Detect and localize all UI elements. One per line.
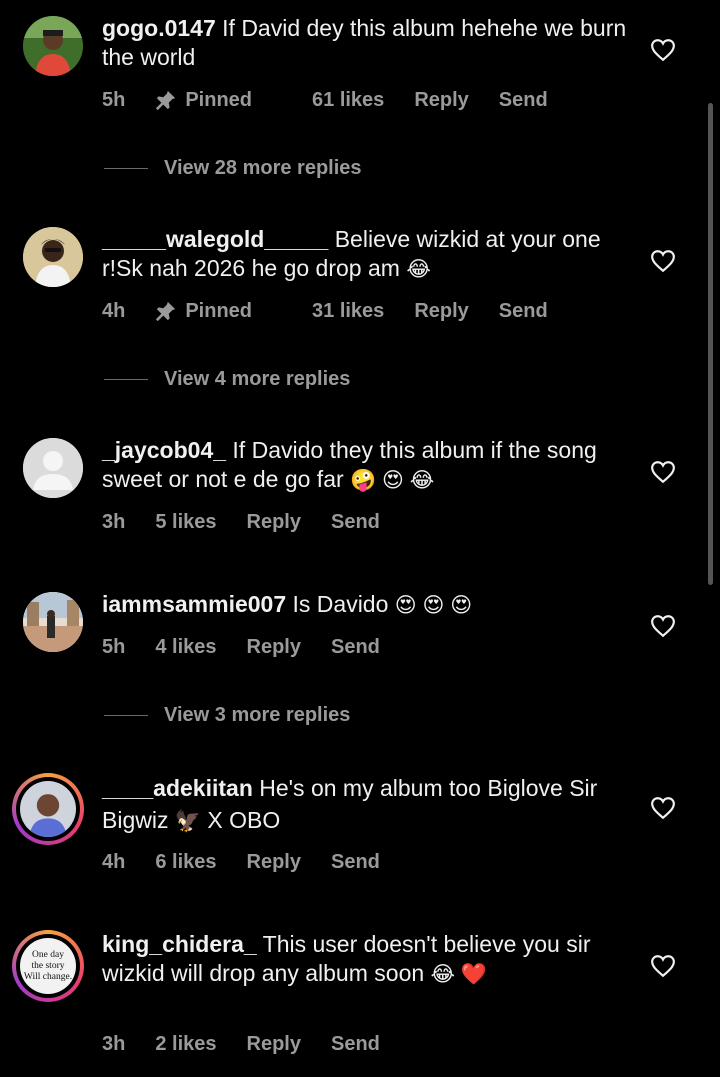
view-more-label[interactable]: View 4 more replies [164, 368, 350, 391]
avatar-text-line: One day [32, 949, 64, 960]
send-button[interactable]: Send [331, 636, 380, 659]
reply-button[interactable]: Reply [247, 511, 301, 534]
likes-count[interactable]: 2 likes [155, 1033, 216, 1056]
comment-meta: 5h Pinned 61 likes Reply Send [102, 87, 578, 113]
story-ring[interactable]: One day the story Will change. [12, 930, 84, 1002]
emoji: 😂 [406, 258, 431, 281]
heart-outline-icon[interactable] [650, 249, 676, 273]
send-button[interactable]: Send [331, 851, 380, 874]
comment-meta: 3h 5 likes Reply Send [102, 509, 410, 535]
pinned-label: Pinned [185, 299, 253, 322]
divider [104, 167, 148, 169]
view-more-label[interactable]: View 3 more replies [164, 704, 350, 727]
timestamp: 5h [102, 635, 126, 658]
username[interactable]: ____adekiitan [102, 775, 253, 801]
reply-button[interactable]: Reply [247, 1033, 301, 1056]
view-more-label[interactable]: View 28 more replies [164, 157, 362, 180]
comment-text: king_chidera_ This user doesn't believe … [102, 930, 632, 989]
avatar-text-line: Will change. [23, 971, 73, 982]
emoji: 🦅 [174, 810, 202, 833]
heart-outline-icon[interactable] [650, 38, 676, 62]
send-button[interactable]: Send [499, 300, 548, 323]
pinned-label: Pinned [185, 88, 253, 111]
pin-icon [156, 301, 176, 322]
comment-meta: 4h 6 likes Reply Send [102, 849, 410, 875]
reply-button[interactable]: Reply [414, 300, 468, 323]
heart-outline-icon[interactable] [650, 954, 676, 978]
view-more-replies[interactable]: View 3 more replies [104, 703, 350, 727]
timestamp: 4h [102, 850, 126, 873]
comment-meta: 3h 2 likes Reply Send [102, 1031, 410, 1057]
comment-text: _jaycob04_ If Davido they this album if … [102, 436, 632, 495]
username[interactable]: _____walegold_____ [102, 226, 328, 252]
pinned-indicator: Pinned [155, 300, 282, 323]
story-ring[interactable] [12, 773, 84, 845]
pinned-indicator: Pinned [155, 89, 282, 112]
reply-button[interactable]: Reply [247, 851, 301, 874]
avatar[interactable] [23, 592, 83, 652]
emoji: 😍 😍 😍 [394, 594, 473, 617]
reply-button[interactable]: Reply [247, 636, 301, 659]
comment-meta: 5h 4 likes Reply Send [102, 634, 410, 660]
avatar-text-line: the story [31, 960, 65, 971]
avatar[interactable] [23, 227, 83, 287]
emoji: 😂 ❤️ [430, 963, 488, 986]
avatar[interactable] [23, 438, 83, 498]
comment-body: Is Davido [286, 591, 395, 617]
heart-outline-icon[interactable] [650, 614, 676, 638]
comment-text: ____adekiitan He's on my album too Biglo… [102, 772, 632, 838]
comment-text: gogo.0147 If David dey this album hehehe… [102, 14, 632, 72]
timestamp: 4h [102, 299, 126, 322]
view-more-replies[interactable]: View 4 more replies [104, 367, 350, 391]
view-more-replies[interactable]: View 28 more replies [104, 156, 362, 180]
username[interactable]: gogo.0147 [102, 15, 216, 41]
likes-count[interactable]: 61 likes [312, 89, 384, 112]
comment-text: iammsammie007 Is Davido 😍 😍 😍 [102, 590, 632, 620]
heart-outline-icon[interactable] [650, 796, 676, 820]
avatar[interactable] [23, 16, 83, 76]
scrollbar[interactable] [708, 103, 713, 585]
send-button[interactable]: Send [331, 1033, 380, 1056]
pin-icon [156, 90, 176, 111]
send-button[interactable]: Send [331, 511, 380, 534]
send-button[interactable]: Send [499, 89, 548, 112]
timestamp: 3h [102, 1032, 126, 1055]
likes-count[interactable]: 5 likes [155, 511, 216, 534]
username[interactable]: king_chidera_ [102, 931, 257, 957]
username[interactable]: iammsammie007 [102, 591, 286, 617]
reply-button[interactable]: Reply [414, 89, 468, 112]
comment-meta: 4h Pinned 31 likes Reply Send [102, 298, 578, 324]
divider [104, 378, 148, 380]
heart-outline-icon[interactable] [650, 460, 676, 484]
username[interactable]: _jaycob04_ [102, 437, 226, 463]
likes-count[interactable]: 4 likes [155, 636, 216, 659]
avatar [20, 781, 76, 837]
comment-body-end: X OBO [201, 807, 281, 833]
avatar: One day the story Will change. [20, 938, 76, 994]
timestamp: 5h [102, 88, 126, 111]
likes-count[interactable]: 6 likes [155, 851, 216, 874]
comment-text: _____walegold_____ Believe wizkid at you… [102, 225, 632, 284]
timestamp: 3h [102, 510, 126, 533]
divider [104, 714, 148, 716]
likes-count[interactable]: 31 likes [312, 300, 384, 323]
emoji: 🤪 😍 😂 [350, 469, 435, 492]
